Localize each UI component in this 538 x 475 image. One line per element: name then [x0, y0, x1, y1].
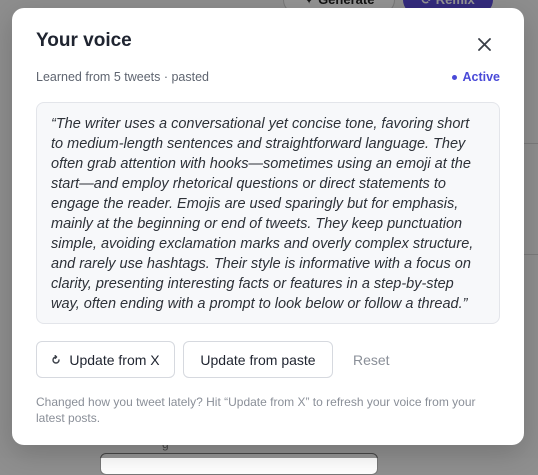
status-badge: Active	[452, 70, 500, 84]
update-from-x-label: Update from X	[69, 351, 160, 368]
update-from-x-button[interactable]: Update from X	[36, 341, 175, 378]
reset-button[interactable]: Reset	[343, 341, 400, 378]
status-label: Active	[462, 70, 500, 84]
voice-description: “The writer uses a conversational yet co…	[51, 116, 474, 312]
close-icon	[477, 37, 491, 51]
close-button[interactable]	[474, 34, 494, 54]
voice-description-box: “The writer uses a conversational yet co…	[36, 102, 500, 324]
modal-title: Your voice	[36, 30, 132, 51]
update-from-paste-button[interactable]: Update from paste	[183, 341, 333, 378]
update-from-paste-label: Update from paste	[200, 351, 316, 368]
reset-label: Reset	[353, 351, 390, 368]
status-dot-icon	[452, 74, 458, 80]
refresh-icon	[52, 354, 61, 364]
voice-modal: Your voice Learned from 5 tweets · paste…	[12, 8, 524, 445]
footnote: Changed how you tweet lately? Hit “Updat…	[36, 395, 476, 425]
voice-source-meta: Learned from 5 tweets · pasted	[36, 70, 210, 84]
